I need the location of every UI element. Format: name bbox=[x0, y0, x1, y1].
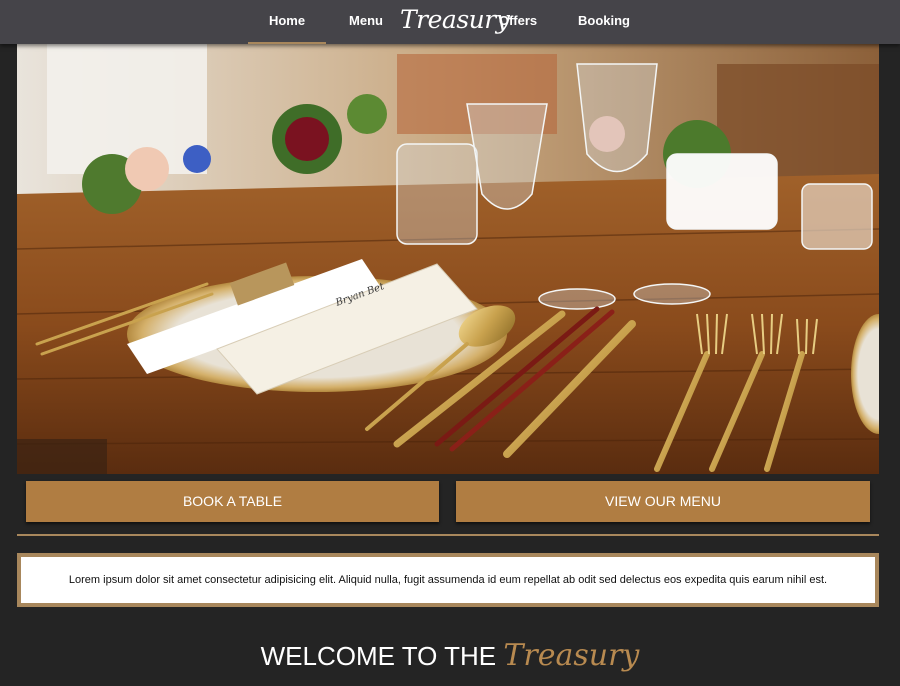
nav-booking[interactable]: Booking bbox=[568, 0, 640, 44]
view-menu-label: VIEW OUR MENU bbox=[605, 493, 721, 509]
welcome-prefix: WELCOME TO THE bbox=[260, 641, 497, 671]
info-box: Lorem ipsum dolor sit amet consectetur a… bbox=[17, 553, 879, 607]
active-underline bbox=[248, 42, 326, 44]
info-text: Lorem ipsum dolor sit amet consectetur a… bbox=[68, 574, 828, 586]
book-table-label: BOOK A TABLE bbox=[182, 493, 283, 509]
nav-menu-label: Menu bbox=[349, 13, 383, 28]
welcome-heading: WELCOME TO THE Treasury bbox=[0, 636, 900, 676]
logo[interactable]: Treasury bbox=[400, 0, 510, 44]
book-table-button[interactable]: BOOK A TABLE bbox=[26, 481, 439, 522]
hero-image: Bryan Bet bbox=[17, 44, 879, 474]
nav-offers-label: Offers bbox=[498, 13, 538, 28]
nav-home-label: Home bbox=[268, 13, 306, 28]
nav-menu[interactable]: Menu bbox=[332, 0, 400, 44]
nav-booking-label: Booking bbox=[578, 13, 630, 28]
nav-offers[interactable]: Offers bbox=[484, 0, 552, 44]
view-menu-button[interactable]: VIEW OUR MENU bbox=[456, 481, 870, 522]
welcome-brand: Treasury bbox=[503, 638, 640, 673]
section-divider bbox=[17, 534, 879, 536]
top-navigation: Home Menu Treasury Offers Booking bbox=[0, 0, 900, 44]
nav-home[interactable]: Home bbox=[248, 0, 326, 44]
